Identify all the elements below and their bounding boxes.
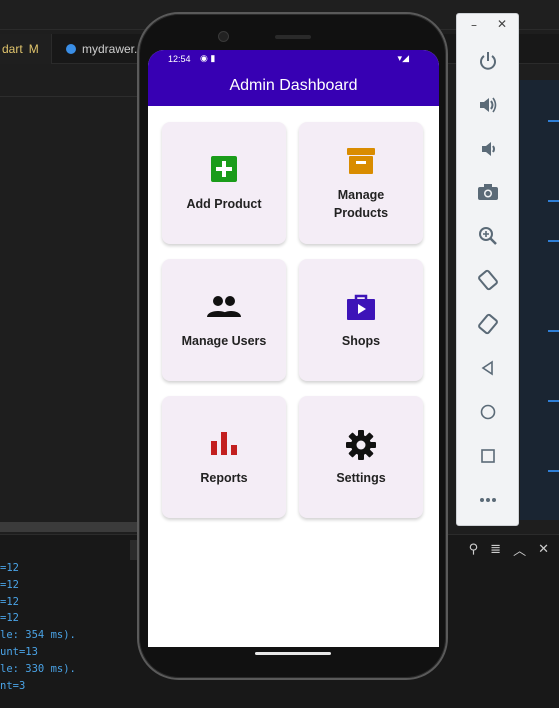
emulator-toolbar: – ✕ [456, 13, 519, 526]
card-shops[interactable]: Shops [299, 259, 423, 381]
console-line: unt=13 [0, 645, 38, 658]
power-icon[interactable] [473, 46, 503, 76]
minimap[interactable] [520, 80, 559, 520]
archive-icon [299, 146, 423, 180]
emulator-window-controls: – ✕ [457, 17, 520, 36]
console-line: =12 [0, 578, 19, 591]
volume-up-icon[interactable] [473, 90, 503, 120]
console-line: le: 354 ms). [0, 629, 76, 642]
minimap-mark [548, 120, 559, 122]
status-notification-icons: ◉ ▮ [200, 53, 216, 63]
rotate-right-icon[interactable] [473, 309, 503, 339]
front-camera [218, 31, 229, 42]
chevron-up-icon[interactable]: ︿ [513, 540, 526, 559]
camera-icon[interactable] [473, 177, 503, 207]
editor-divider [0, 96, 140, 97]
console-line: le: 330 ms). [0, 662, 76, 675]
minimap-mark [548, 200, 559, 202]
signal-icon: ▾◢ [397, 53, 409, 63]
tab-label: mydrawer.c [82, 42, 144, 56]
home-icon[interactable] [473, 397, 503, 427]
add-box-icon [162, 156, 286, 186]
panel-toolbar: ⚲ ≣ ︿ ✕ [444, 540, 559, 559]
card-label: Reports [200, 471, 248, 485]
modified-badge: M [28, 42, 39, 56]
home-indicator[interactable] [255, 652, 331, 655]
console-output: =12 =12 =12 =12 le: 354 ms). unt=13 le: 330 ms… [0, 560, 140, 694]
status-bar: 12:54 ◉ ▮ ▾◢ [148, 50, 439, 68]
bar-chart-icon [162, 431, 286, 459]
minimap-mark [548, 240, 559, 242]
card-add-product[interactable]: Add Product [162, 122, 286, 244]
gear-icon [299, 430, 423, 464]
console-line: =12 [0, 612, 19, 625]
app-bar: Admin Dashboard [148, 68, 439, 106]
card-settings[interactable]: Settings [299, 396, 423, 518]
close-icon[interactable]: ✕ [497, 17, 507, 31]
search-icon[interactable]: ⚲ [469, 542, 479, 557]
rotate-left-icon[interactable] [473, 265, 503, 295]
editor-tab-dart[interactable]: dart M [0, 34, 52, 64]
tab-label: dart [2, 42, 23, 56]
card-label: Settings [336, 471, 386, 485]
phone-screen: 12:54 ◉ ▮ ▾◢ Admin Dashboard Add Product… [148, 50, 439, 647]
card-manage-products[interactable]: Manage Products [299, 122, 423, 244]
minimize-icon[interactable]: – [471, 18, 477, 32]
minimap-mark [548, 330, 559, 332]
card-manage-users[interactable]: Manage Users [162, 259, 286, 381]
page-title: Admin Dashboard [229, 77, 358, 94]
volume-down-icon[interactable] [473, 134, 503, 164]
horizontal-scrollbar[interactable] [0, 522, 140, 532]
more-icon[interactable] [473, 485, 503, 515]
card-reports[interactable]: Reports [162, 396, 286, 518]
card-label: Manage Products [333, 188, 389, 220]
desktop: dart M mydrawer.c ⚲ ≣ ︿ ✕ =12 =12 =12 =12 le:… [0, 0, 559, 708]
clear-output-icon[interactable]: ≣ [490, 542, 501, 557]
editor-tab-mydrawer[interactable]: mydrawer.c [60, 34, 143, 64]
console-line: =12 [0, 562, 19, 574]
minimap-mark [548, 400, 559, 402]
console-line: nt=3 [0, 679, 26, 692]
shop-icon [299, 293, 423, 325]
people-icon [162, 295, 286, 323]
overview-icon[interactable] [473, 441, 503, 471]
earpiece [275, 35, 311, 39]
card-label: Manage Users [181, 334, 267, 348]
card-label: Shops [341, 334, 381, 348]
zoom-icon[interactable] [473, 221, 503, 251]
card-label: Add Product [186, 197, 262, 211]
close-icon[interactable]: ✕ [538, 542, 549, 557]
minimap-mark [548, 470, 559, 472]
status-time: 12:54 [168, 54, 191, 64]
dart-file-icon [66, 44, 76, 54]
console-line: =12 [0, 595, 19, 608]
back-icon[interactable] [473, 353, 503, 383]
